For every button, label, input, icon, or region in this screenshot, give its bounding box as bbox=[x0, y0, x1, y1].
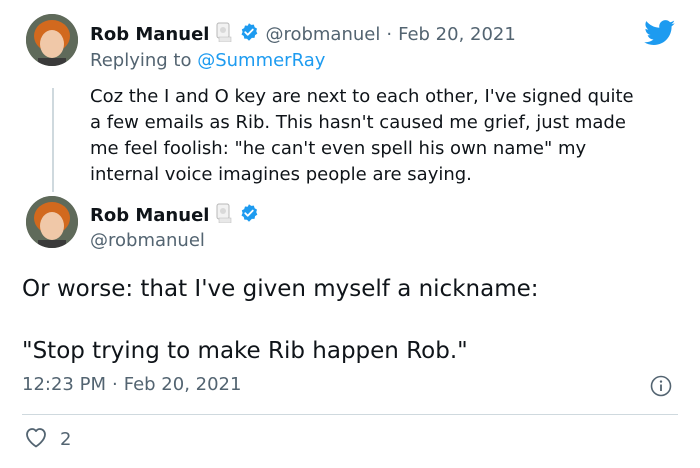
like-action[interactable]: 2 bbox=[24, 426, 71, 452]
thread-connector-line bbox=[52, 88, 54, 192]
timestamp-row: 12:23 PM · Feb 20, 2021 bbox=[22, 374, 241, 395]
reply-author-avatar[interactable] bbox=[26, 14, 78, 66]
tweet-date[interactable]: Feb 20, 2021 bbox=[124, 374, 242, 395]
main-author-name[interactable]: Rob Manuel bbox=[90, 205, 209, 226]
main-author-avatar[interactable] bbox=[26, 196, 78, 248]
reply-tweet-text: Coz the I and O key are next to each oth… bbox=[90, 84, 650, 188]
main-text-line-2: "Stop trying to make Rib happen Rob." bbox=[22, 338, 468, 364]
like-count: 2 bbox=[60, 428, 72, 450]
replying-to-prefix: Replying to bbox=[90, 50, 198, 71]
tweet-time[interactable]: 12:23 PM bbox=[22, 374, 106, 395]
main-header: Rob Manuel bbox=[90, 203, 259, 227]
reply-text-line: me feel foolish: "he can't even spell hi… bbox=[90, 138, 587, 159]
reply-text-line: a few emails as Rib. This hasn't caused … bbox=[90, 112, 626, 133]
reply-text-line: Coz the I and O key are next to each oth… bbox=[90, 86, 634, 107]
reply-author-name[interactable]: Rob Manuel bbox=[90, 24, 209, 45]
toilet-paper-icon bbox=[215, 203, 233, 227]
main-author-handle[interactable]: @robmanuel bbox=[90, 230, 205, 251]
verified-badge-icon bbox=[239, 22, 259, 46]
replying-to-line: Replying to @SummerRay bbox=[90, 50, 325, 71]
divider bbox=[22, 414, 678, 415]
reply-author-handle[interactable]: @robmanuel bbox=[265, 24, 380, 45]
heart-icon[interactable] bbox=[24, 426, 48, 452]
toilet-paper-icon bbox=[215, 22, 233, 46]
info-icon[interactable] bbox=[650, 375, 672, 401]
reply-text-line: internal voice imagines people are sayin… bbox=[90, 164, 472, 185]
twitter-bird-icon bbox=[644, 20, 676, 50]
replying-to-mention[interactable]: @SummerRay bbox=[197, 50, 325, 71]
verified-badge-icon bbox=[239, 203, 259, 227]
main-text-line-1: Or worse: that I've given myself a nickn… bbox=[22, 276, 539, 302]
reply-header: Rob Manuel @robmanuel · Feb 20, 2021 bbox=[90, 22, 516, 46]
reply-header-separator: · bbox=[386, 23, 393, 45]
timestamp-separator: · bbox=[111, 374, 118, 395]
reply-date[interactable]: Feb 20, 2021 bbox=[398, 24, 516, 45]
